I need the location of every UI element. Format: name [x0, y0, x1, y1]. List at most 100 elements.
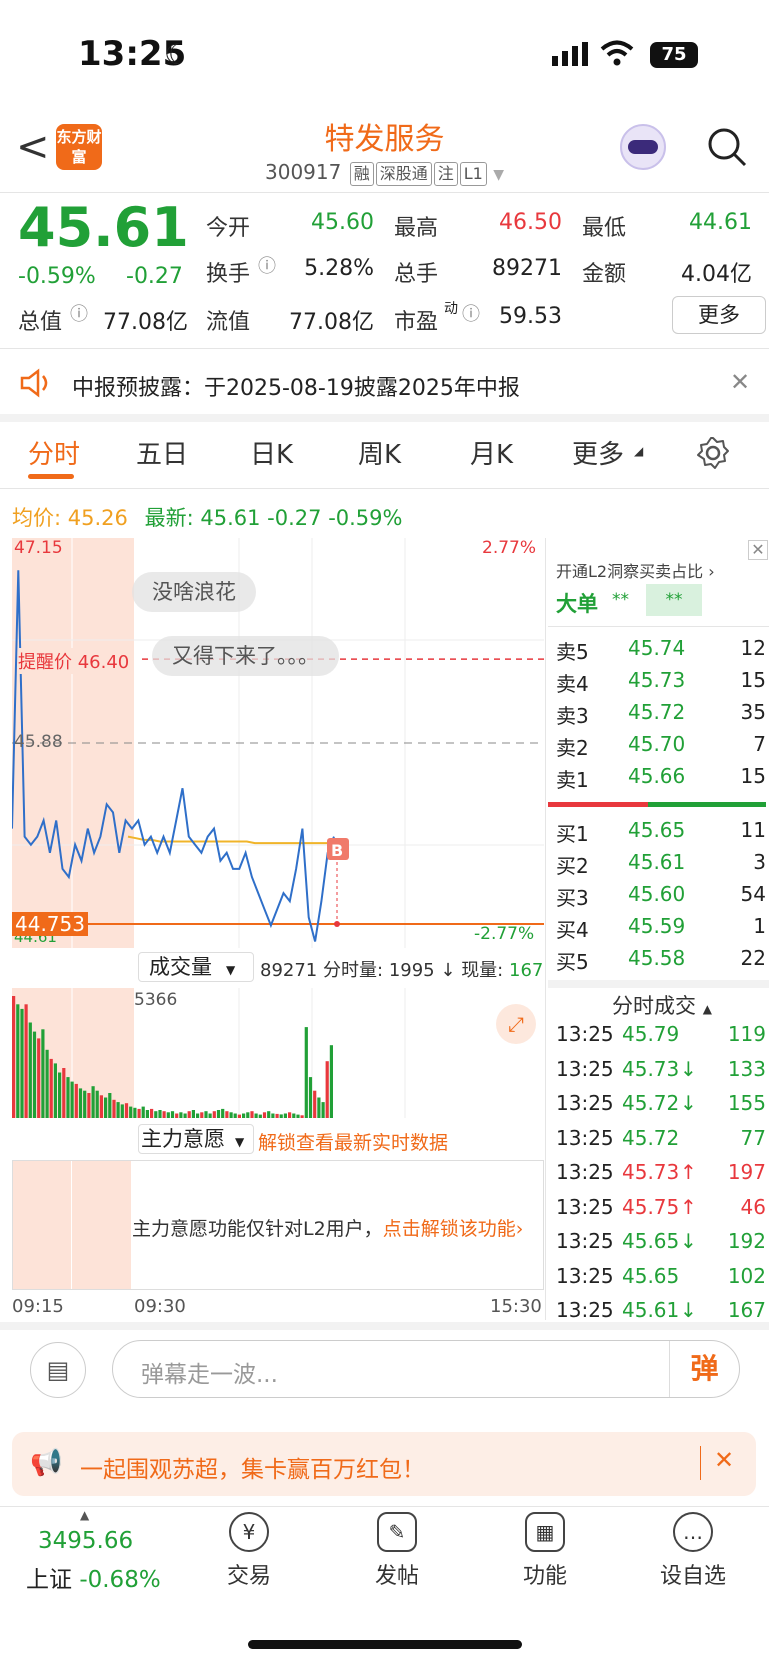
latest-label: 最新:: [144, 506, 194, 530]
tab-five-day[interactable]: 五日: [136, 434, 188, 471]
unlock-feature-link[interactable]: 点击解锁该功能: [383, 1218, 516, 1240]
danmu-input[interactable]: 弹幕走一波... 弹: [112, 1340, 740, 1398]
ticks-title[interactable]: 分时成交 ▲: [612, 990, 712, 1020]
promo-banner[interactable]: 📢 一起围观苏超，集卡赢百万红包！ ✕: [12, 1432, 756, 1496]
volume-bar: [246, 1112, 250, 1118]
mcap-label: 总值: [18, 310, 63, 335]
ask-price: 45.72: [628, 700, 686, 724]
ask-label: 卖4: [556, 672, 589, 696]
index-change: -0.68%: [79, 1567, 161, 1593]
volume-bar: [129, 1106, 133, 1118]
search-icon[interactable]: [706, 126, 748, 172]
close-icon[interactable]: ✕: [714, 1446, 734, 1474]
nav-trade[interactable]: ¥ 交易: [194, 1512, 304, 1590]
danmu-settings-icon[interactable]: ▤: [30, 1342, 86, 1398]
volume-bar: [83, 1090, 87, 1118]
nav-post[interactable]: ✎ 发帖: [342, 1512, 452, 1590]
float-label: 流值: [206, 310, 251, 335]
volume-bar: [37, 1038, 41, 1118]
turnover-label: 换手: [206, 262, 251, 287]
main-force-selector[interactable]: 主力意愿 ▼: [138, 1124, 254, 1154]
close-icon[interactable]: ✕: [730, 368, 750, 396]
tick-volume: 133: [727, 1056, 766, 1081]
change-amount: -0.27: [126, 264, 183, 289]
volume-bar: [124, 1103, 129, 1118]
ask-price: 45.73: [628, 668, 686, 692]
pe-value: 59.53: [499, 304, 562, 329]
bid-label: 买2: [556, 854, 589, 878]
volume-chart[interactable]: [12, 988, 544, 1118]
index-value[interactable]: 3495.66: [38, 1528, 133, 1554]
tab-daily-k[interactable]: 日K: [250, 434, 293, 471]
tick-time: 13:25: [556, 1298, 614, 1322]
volume-bar: [45, 1049, 49, 1118]
pe-label: 市盈: [394, 310, 439, 335]
tick-arrow: ↑: [680, 1194, 697, 1219]
more-button[interactable]: 更多: [672, 296, 766, 334]
tab-more[interactable]: 更多: [572, 434, 624, 471]
bid-ratio-bar: [548, 802, 648, 807]
l2-insight-link[interactable]: 开通L2洞察买卖占比 ›: [556, 558, 715, 582]
tick-volume: 77: [740, 1125, 766, 1150]
robot-avatar-icon[interactable]: [620, 124, 666, 170]
volume-bar: [262, 1112, 267, 1118]
nav-add-watchlist[interactable]: … 设自选: [638, 1512, 748, 1590]
avg-value: 45.26: [67, 506, 128, 530]
tab-monthly-k[interactable]: 月K: [470, 434, 513, 471]
volume-selector[interactable]: 成交量 ▼: [138, 952, 254, 982]
volume-bar: [87, 1093, 91, 1118]
now-vol-label: 现量:: [461, 960, 504, 981]
volume-bar: [216, 1110, 221, 1118]
volume-bar: [175, 1113, 179, 1118]
collapse-icon: ▲: [702, 1002, 712, 1016]
ask-price: 45.74: [628, 636, 686, 660]
intraday-price-chart[interactable]: B: [12, 538, 544, 948]
amount-label: 金额: [582, 262, 627, 287]
tick-arrow: ↓: [680, 1298, 697, 1322]
volume-bar: [62, 1068, 66, 1118]
volume-bar: [108, 1093, 112, 1118]
volume-bar: [296, 1114, 300, 1118]
danmu-send-button[interactable]: 弹: [669, 1341, 739, 1397]
volume-bar: [258, 1114, 262, 1118]
volume-bar: [187, 1111, 191, 1118]
nav-functions[interactable]: ▦ 功能: [490, 1512, 600, 1590]
volume-bar: [229, 1112, 233, 1118]
tab-intraday[interactable]: 分时: [28, 434, 80, 471]
volume-bar: [32, 1031, 37, 1118]
info-icon[interactable]: ⓘ: [258, 252, 276, 278]
info-icon[interactable]: ⓘ: [462, 300, 480, 326]
active-tab-indicator: [28, 474, 74, 479]
tab-weekly-k[interactable]: 周K: [358, 434, 401, 471]
info-icon[interactable]: ⓘ: [70, 300, 88, 326]
index-info[interactable]: 上证 -0.68%: [26, 1560, 161, 1594]
close-icon[interactable]: ✕: [748, 540, 768, 560]
expand-icon[interactable]: ⤢: [496, 1004, 536, 1044]
nav-label: 功能: [522, 1564, 567, 1589]
notice-text[interactable]: 中报预披露：于2025-08-19披露2025年中报: [72, 370, 520, 402]
unlock-link[interactable]: 解锁查看最新实时数据: [258, 1128, 448, 1155]
volume-bar: [321, 1102, 325, 1118]
chevron-right-icon: ›: [708, 562, 715, 581]
volume-bar: [292, 1113, 296, 1118]
volume-bar: [275, 1113, 279, 1118]
tick-price: 45.75: [622, 1194, 680, 1219]
tick-price: 45.65: [622, 1263, 680, 1288]
current-price: 45.61: [18, 196, 189, 259]
volume-bar: [208, 1113, 212, 1118]
wifi-icon: [600, 40, 634, 70]
settings-gear-icon[interactable]: [696, 436, 730, 474]
alert-price-label[interactable]: 提醒价 46.40: [18, 648, 130, 674]
expand-up-icon[interactable]: ▲: [80, 1508, 89, 1522]
main-force-desc: 主力意愿功能仅针对L2用户，点击解锁该功能›: [132, 1214, 523, 1241]
dropdown-icon[interactable]: ▼: [493, 167, 504, 183]
ask-vol: 35: [740, 700, 766, 724]
volume-bar: [116, 1102, 120, 1118]
promo-text: 一起围观苏超，集卡赢百万红包！: [80, 1457, 425, 1483]
volume-bar: [283, 1113, 287, 1118]
bid-vol: 54: [740, 882, 766, 906]
volume-stats: 89271 分时量: 1995 ↓ 现量: 167: [260, 956, 543, 982]
bid-price: 45.59: [628, 914, 686, 938]
volume-bar: [237, 1114, 241, 1118]
x-label-open: 09:30: [134, 1296, 186, 1317]
